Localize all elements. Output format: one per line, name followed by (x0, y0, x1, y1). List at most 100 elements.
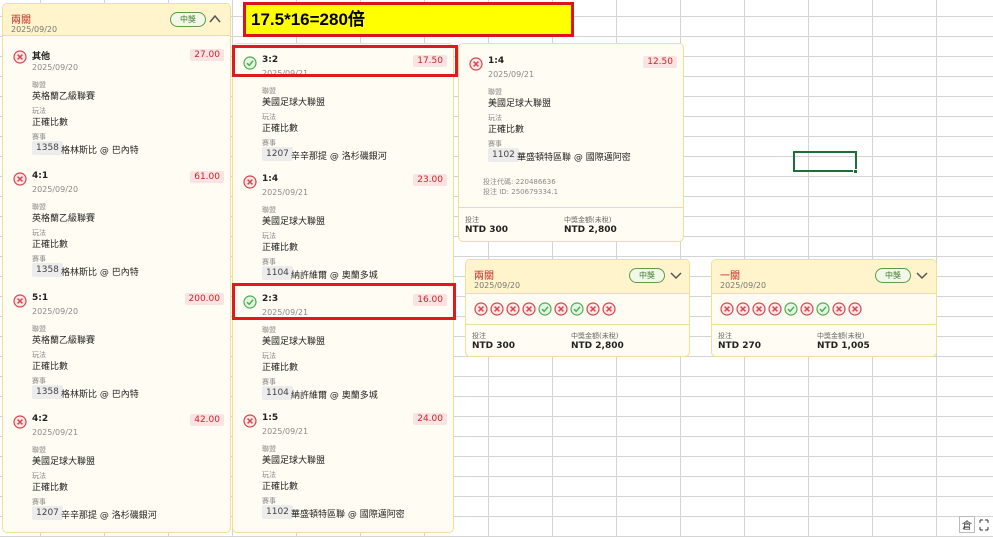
panel-header[interactable]: 兩關 2025/09/20 中獎 (466, 260, 689, 294)
x-circle-icon (469, 57, 483, 71)
x-circle-icon (752, 302, 766, 316)
check-circle-icon (784, 302, 798, 316)
odds-badge: 42.00 (190, 414, 224, 426)
league-value: 美國足球大聯盟 (262, 217, 326, 227)
check-circle-icon (570, 302, 584, 316)
odds-badge: 61.00 (190, 171, 224, 183)
play-type-value: 正確比數 (262, 243, 299, 253)
chevron-down-icon[interactable] (915, 268, 929, 282)
payout-label: 中獎金額(未稅) (564, 216, 612, 224)
odds-badge: 27.00 (190, 49, 224, 61)
x-circle-icon (13, 294, 27, 308)
stake-label: 投注 (472, 332, 486, 340)
bet-date: 2025/09/21 (32, 428, 79, 437)
match-name: 華盛頓特區聯 @ 國際邁阿密 (517, 153, 631, 163)
bet-panel-single-summary: 一關 2025/09/20 中獎 投注 NTD 270 中獎金額(未稅) NTD… (711, 259, 937, 357)
x-circle-icon (522, 302, 536, 316)
league-value: 美國足球大聯盟 (262, 456, 326, 466)
panel-header[interactable]: 一關 2025/09/20 中獎 (712, 260, 936, 294)
corner-tools: 倉 (959, 516, 989, 533)
odds-badge: 200.00 (184, 293, 224, 305)
stake-label: 投注 (465, 216, 479, 224)
payout-value: NTD 2,800 (571, 341, 624, 351)
panel-title: 一關 (720, 271, 740, 282)
play-type-value: 正確比數 (262, 124, 299, 134)
bet-panel-single: 1:4 2025/09/21 12.50 聯盟 美國足球大聯盟 玩法 正確比數 賽事 1102 華… (458, 43, 684, 242)
bet-date: 2025/09/20 (32, 185, 79, 194)
play-type-value: 正確比數 (32, 118, 69, 128)
payout-value: NTD 1,005 (817, 341, 870, 351)
play-type-value: 正確比數 (32, 362, 69, 372)
win-badge: 中獎 (170, 12, 206, 27)
stake-value: NTD 300 (465, 225, 509, 235)
win-badge: 中獎 (875, 268, 911, 283)
match-id: 1358 (32, 385, 63, 399)
bet-leg: 1:4 2025/09/21 12.50 聯盟 美國足球大聯盟 玩法 正確比數 賽事 1102 華… (459, 54, 683, 172)
x-circle-icon (490, 302, 504, 316)
payout-label: 中獎金額(未稅) (817, 332, 865, 340)
match-name: 格林斯比 @ 巴內特 (61, 390, 139, 400)
x-circle-icon (720, 302, 734, 316)
panel-header[interactable]: 兩關 2025/09/20 中獎 (3, 4, 230, 36)
bet-date: 2025/09/21 (488, 70, 535, 79)
result-icons-row-wrap (712, 294, 936, 324)
selected-cell[interactable] (793, 151, 857, 172)
odds-badge: 24.00 (413, 413, 447, 425)
bet-panel-parlay-summary: 兩關 2025/09/20 中獎 投注 NTD 300 中獎金額(未稅) NTD… (465, 259, 690, 357)
fill-handle[interactable] (853, 169, 858, 174)
odds-badge: 12.50 (643, 56, 677, 68)
play-type-value: 正確比數 (262, 482, 299, 492)
result-icons-row (474, 302, 616, 316)
x-circle-icon (243, 175, 257, 189)
panel-date: 2025/09/20 (720, 281, 767, 290)
league-value: 美國足球大聯盟 (262, 98, 326, 108)
play-type-value: 正確比數 (32, 483, 69, 493)
match-name: 格林斯比 @ 巴內特 (61, 268, 139, 278)
match-name: 華盛頓特區聯 @ 國際邁阿密 (291, 510, 405, 520)
play-type-value: 正確比數 (262, 363, 299, 373)
league-value: 英格蘭乙級聯賽 (32, 336, 96, 346)
x-circle-icon (832, 302, 846, 316)
x-circle-icon (13, 50, 27, 64)
check-circle-icon (816, 302, 830, 316)
chevron-up-icon[interactable] (208, 12, 222, 26)
resize-icon[interactable] (979, 519, 989, 531)
bet-leg: 1:4 2025/09/21 23.00 聯盟 美國足球大聯盟 玩法 正確比數 賽事 1104 納… (233, 172, 453, 290)
bet-selection: 其他 (32, 52, 51, 62)
match-id: 1104 (262, 386, 293, 400)
match-name: 格林斯比 @ 巴內特 (61, 146, 139, 156)
check-circle-icon (538, 302, 552, 316)
match-id: 1207 (32, 506, 63, 520)
x-circle-icon (800, 302, 814, 316)
x-circle-icon (13, 415, 27, 429)
divider (466, 324, 689, 325)
match-id: 1102 (262, 505, 293, 519)
league-value: 英格蘭乙級聯賽 (32, 92, 96, 102)
bet-selection: 1:4 (262, 174, 279, 184)
bet-panel-parlay-1: 兩關 2025/09/20 中獎 其他 2025/09/20 27.00 聯盟 英格蘭乙… (2, 3, 231, 533)
panel-date: 2025/09/20 (474, 281, 521, 290)
odds-annotation-banner: 17.5*16=280倍 (243, 2, 574, 37)
league-value: 美國足球大聯盟 (262, 337, 326, 347)
highlight-box-2-3 (232, 283, 456, 320)
match-id: 1358 (32, 263, 63, 277)
x-circle-icon (768, 302, 782, 316)
match-id: 1102 (488, 148, 519, 162)
bet-date: 2025/09/21 (262, 188, 309, 197)
match-id: 1207 (262, 147, 293, 161)
bet-selection: 4:2 (32, 414, 49, 424)
bet-leg: 4:2 2025/09/21 42.00 聯盟 美國足球大聯盟 玩法 正確比數 賽事 1207 辛… (3, 412, 230, 530)
ime-indicator[interactable]: 倉 (959, 516, 975, 533)
result-icons-row-wrap (466, 294, 689, 324)
bet-selection: 5:1 (32, 293, 49, 303)
chevron-down-icon[interactable] (669, 268, 683, 282)
play-type-value: 正確比數 (488, 125, 525, 135)
bet-date: 2025/09/20 (32, 63, 79, 72)
bet-selection: 1:4 (488, 56, 505, 66)
slip-number: 投注代碼: 220486636 (483, 178, 556, 186)
x-circle-icon (554, 302, 568, 316)
match-name: 納許維爾 @ 奧蘭多城 (291, 391, 378, 401)
bet-date: 2025/09/20 (32, 307, 79, 316)
x-circle-icon (13, 172, 27, 186)
bet-leg: 4:1 2025/09/20 61.00 聯盟 英格蘭乙級聯賽 玩法 正確比數 賽事 1358 格… (3, 169, 230, 287)
